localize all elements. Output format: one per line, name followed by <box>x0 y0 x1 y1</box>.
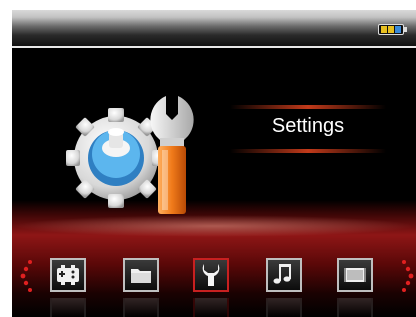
menu-reflection <box>193 298 229 317</box>
menu-reflection <box>123 298 159 317</box>
menu-item-music[interactable] <box>266 258 302 292</box>
page-title-banner: Settings <box>230 105 386 153</box>
wrench-icon <box>202 264 220 286</box>
menu-reflection <box>337 298 373 317</box>
folder-icon <box>131 269 151 283</box>
battery-cell <box>395 26 401 33</box>
menu-reflection <box>266 298 302 317</box>
menu-item-video[interactable] <box>337 258 373 292</box>
status-bar-divider <box>12 46 416 48</box>
banner-glow-top <box>230 105 386 109</box>
page-title: Settings <box>271 115 345 137</box>
battery-icon <box>378 24 407 35</box>
device-screen: Settings <box>12 10 416 317</box>
gamepad-icon <box>57 265 79 285</box>
battery-cell <box>388 26 394 33</box>
battery-cell <box>381 26 387 33</box>
gear-wrench-icon <box>54 88 224 228</box>
menu-item-files[interactable] <box>123 258 159 292</box>
menu-item-settings[interactable] <box>193 258 229 292</box>
main-menu-row <box>12 258 416 298</box>
menu-item-games[interactable] <box>50 258 86 292</box>
music-note-icon <box>273 264 291 284</box>
scroll-right-arrow-icon[interactable] <box>400 256 414 296</box>
menu-reflection <box>50 298 86 317</box>
film-icon <box>344 268 366 282</box>
banner-glow-bottom <box>230 149 386 153</box>
status-bar <box>12 10 416 46</box>
